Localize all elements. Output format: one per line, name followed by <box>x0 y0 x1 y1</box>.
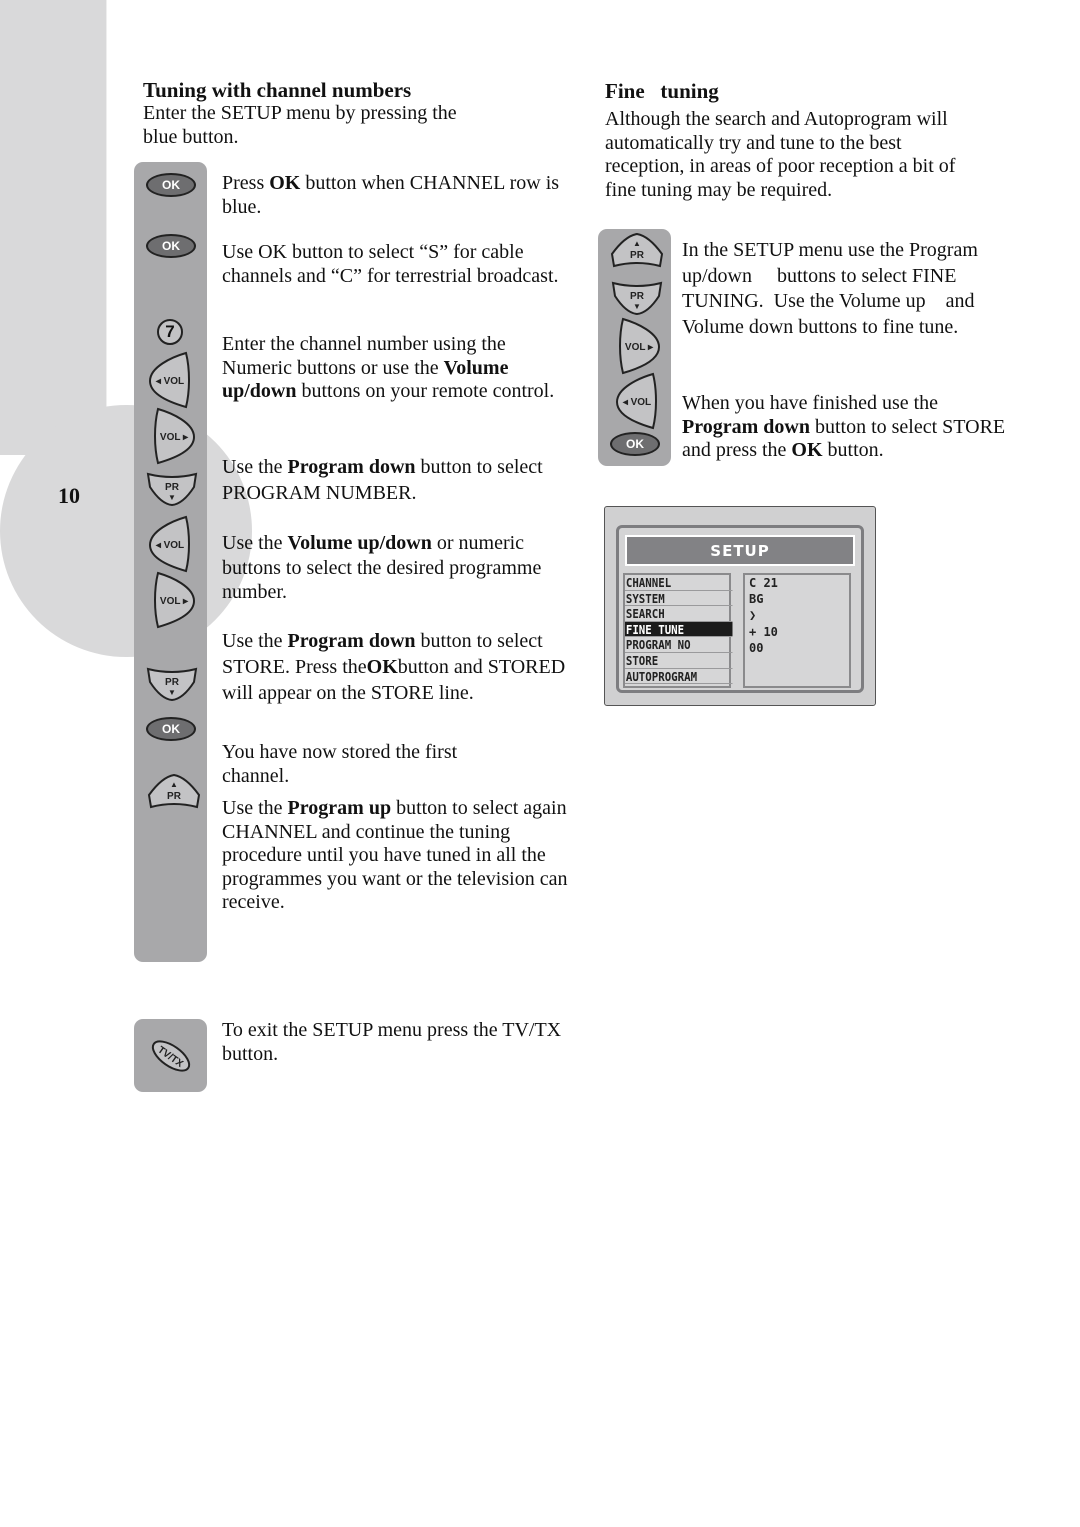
setup-menu-item: SYSTEM <box>625 591 733 607</box>
section-title-channel-tuning: Tuning with channel numbers <box>143 78 412 102</box>
tv-tx-button-icon: TV/TX <box>147 1038 195 1074</box>
svg-text:PR: PR <box>630 250 645 261</box>
step-4: Use the Program down button to select PR… <box>222 456 543 504</box>
emphasis-text: Volume up/down <box>287 532 432 554</box>
exit-instruction: To exit the SETUP menu press the TV/TX b… <box>222 1019 562 1065</box>
number-7-button-icon: 7 <box>157 319 183 345</box>
volume-up-button-icon: VOL ▸ <box>617 317 663 375</box>
ok-label: OK <box>626 437 644 451</box>
volume-down-button-icon: ◂ VOL <box>146 351 192 409</box>
volume-up-button-icon: VOL ▸ <box>152 571 198 629</box>
step-6: Use the Program down button to select ST… <box>222 630 566 704</box>
setup-menu-item: FINE TUNE <box>625 621 733 638</box>
fine-step-2: When you have finished use the Program d… <box>682 392 1006 461</box>
setup-menu-title: SETUP <box>625 535 855 566</box>
setup-menu-value: + 10 <box>749 624 778 639</box>
ok-button-icon: OK <box>146 173 196 197</box>
svg-text:▼: ▼ <box>633 302 641 311</box>
step-2: Use OK button to select “S” for cable ch… <box>222 241 559 287</box>
step-7: You have now stored the first channel. <box>222 741 458 787</box>
step-5: Use the Volume up/down or numeric button… <box>222 532 542 603</box>
svg-text:▼: ▼ <box>168 688 176 697</box>
number-label: 7 <box>165 322 175 341</box>
svg-text:PR: PR <box>167 791 182 802</box>
setup-menu-item: AUTOPROGRAM <box>625 669 733 685</box>
program-down-button-icon: PR ▼ <box>610 280 664 316</box>
ok-label: OK <box>162 178 180 192</box>
step-8: Use the Program up button to select agai… <box>222 797 568 913</box>
ok-label: OK <box>162 722 180 736</box>
emphasis-text: OK <box>269 172 301 194</box>
emphasis-text: OK <box>791 439 823 461</box>
setup-menu-value: ❯ <box>749 608 757 623</box>
svg-text:◂ VOL: ◂ VOL <box>155 376 184 387</box>
ok-button-icon: OK <box>610 432 660 456</box>
volume-down-button-icon: ◂ VOL <box>613 372 659 430</box>
ok-button-icon: OK <box>146 234 196 258</box>
svg-text:PR: PR <box>630 291 645 302</box>
svg-text:VOL ▸: VOL ▸ <box>160 596 189 607</box>
svg-text:PR: PR <box>165 482 180 493</box>
emphasis-text: Program down <box>287 630 416 652</box>
setup-menu-items: CHANNEL SYSTEM SEARCH FINE TUNE PROGRAM NO ST… <box>623 573 733 688</box>
emphasis-text: Program up <box>287 797 392 819</box>
program-up-button-icon: ▲ PR <box>146 773 202 811</box>
side-tab-decoration <box>0 0 107 455</box>
svg-text:▲: ▲ <box>170 780 178 789</box>
setup-menu-item: PROGRAM NO <box>625 637 733 653</box>
step-3: Enter the channel number using the Numer… <box>222 333 555 403</box>
setup-menu-screen: SETUP CHANNEL SYSTEM SEARCH FINE TUNE PROGRA… <box>604 506 876 706</box>
svg-text:▼: ▼ <box>168 493 176 502</box>
emphasis-text: Program down <box>287 456 416 478</box>
setup-menu-item: CHANNEL <box>625 575 733 591</box>
setup-menu-item: STORE <box>625 653 733 669</box>
step-1: Press OK button when CHANNEL row is blue… <box>222 172 560 218</box>
svg-text:VOL ▸: VOL ▸ <box>625 342 654 353</box>
setup-menu-item: SEARCH <box>625 606 733 622</box>
svg-text:◂ VOL: ◂ VOL <box>622 397 651 408</box>
section-intro: Enter the SETUP menu by pressing the blu… <box>143 102 457 148</box>
page-number-circle <box>0 405 252 657</box>
emphasis-text: Volume up/down <box>222 356 509 403</box>
program-down-button-icon: PR ▼ <box>145 471 199 507</box>
ok-label: OK <box>162 239 180 253</box>
setup-menu-value: BG <box>749 592 764 607</box>
emphasis-text: OK <box>366 656 398 678</box>
fine-step-1: In the SETUP menu use the Program up/dow… <box>682 239 983 338</box>
setup-menu-value: 00 <box>749 640 764 655</box>
setup-menu-frame: SETUP CHANNEL SYSTEM SEARCH FINE TUNE PROGRA… <box>616 525 864 693</box>
section-title-fine-tuning: Fine tuning <box>605 79 719 103</box>
fine-tuning-intro: Although the search and Autoprogram will… <box>605 108 956 201</box>
svg-text:◂ VOL: ◂ VOL <box>155 540 184 551</box>
setup-menu-values: C 21 BG ❯ + 10 00 <box>743 573 851 688</box>
volume-up-button-icon: VOL ▸ <box>152 407 198 465</box>
volume-down-button-icon: ◂ VOL <box>146 515 192 573</box>
program-down-button-icon: PR ▼ <box>145 666 199 702</box>
program-up-button-icon: ▲ PR <box>609 232 665 270</box>
ok-button-icon: OK <box>146 717 196 741</box>
setup-menu-value: C 21 <box>749 576 778 590</box>
svg-text:VOL ▸: VOL ▸ <box>160 432 189 443</box>
svg-text:▲: ▲ <box>633 239 641 248</box>
emphasis-text: Program down <box>682 415 810 438</box>
svg-text:PR: PR <box>165 677 180 688</box>
page-number: 10 <box>58 483 80 508</box>
